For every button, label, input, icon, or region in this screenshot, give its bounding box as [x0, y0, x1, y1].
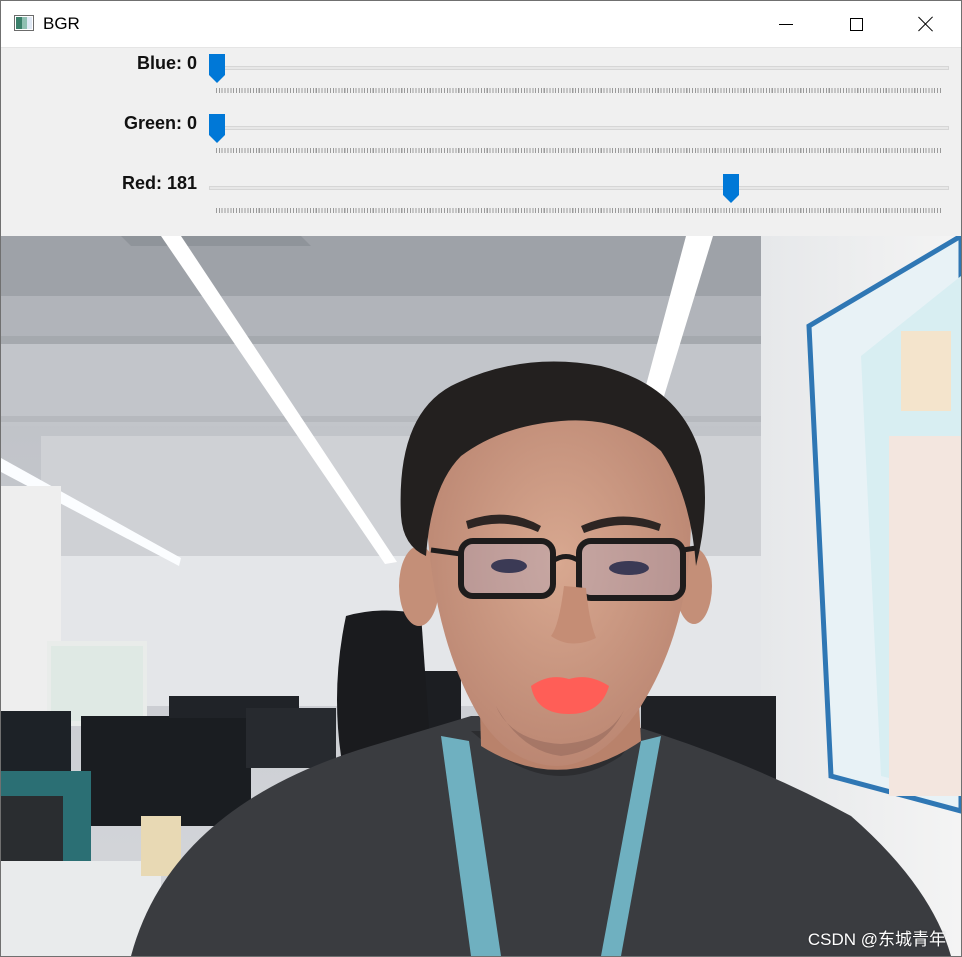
title-bar[interactable]: BGR [1, 1, 961, 48]
maximize-icon [849, 17, 863, 31]
webcam-image [1, 236, 961, 956]
opencv-window-icon [14, 15, 34, 31]
trackbar-track-blue[interactable] [209, 66, 949, 70]
trackbar-label-red: Red: 181 [121, 173, 197, 193]
minimize-button[interactable] [751, 1, 821, 47]
trackbar-panel: Blue: 0 Green: 0 Red: 181 [1, 48, 961, 236]
csdn-watermark: CSDN @东城青年 [807, 930, 946, 949]
app-window: BGR Blue: 0 Green: 0 Red: 181 CSDN @东城青年 [0, 0, 962, 957]
maximize-button[interactable] [821, 1, 891, 47]
trackbar-ticks-green [216, 148, 942, 153]
trackbar-label-blue: Blue: 0 [136, 53, 197, 73]
trackbar-thumb-green[interactable] [209, 114, 225, 143]
trackbar-label-green: Green: 0 [123, 113, 197, 133]
trackbar-thumb-blue[interactable] [209, 54, 225, 83]
window-title: BGR [43, 14, 80, 33]
minimize-icon [779, 23, 793, 25]
close-button[interactable] [891, 1, 961, 47]
trackbar-thumb-red[interactable] [722, 174, 739, 203]
close-icon [918, 16, 934, 32]
trackbar-track-green[interactable] [209, 126, 949, 130]
trackbar-ticks-red [216, 208, 942, 213]
trackbar-ticks-blue [216, 88, 942, 93]
camera-frame: CSDN @东城青年 [1, 236, 961, 956]
trackbar-track-red[interactable] [209, 186, 949, 190]
